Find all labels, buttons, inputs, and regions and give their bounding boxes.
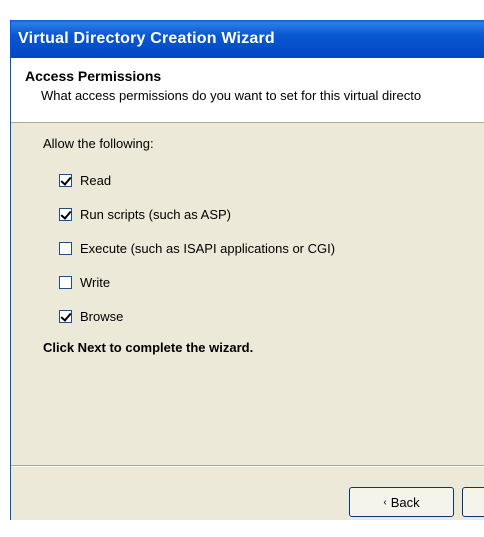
next-button[interactable] bbox=[462, 487, 484, 517]
execute-label[interactable]: Execute (such as ISAPI applications or C… bbox=[80, 241, 335, 256]
chevron-left-icon: ‹ bbox=[383, 496, 387, 508]
page-title: Access Permissions bbox=[25, 68, 162, 84]
back-button[interactable]: ‹ Back bbox=[349, 487, 454, 517]
instruction-text: Click Next to complete the wizard. bbox=[43, 340, 254, 355]
browse-checkbox-row[interactable]: Browse bbox=[59, 307, 123, 325]
write-checkbox-row[interactable]: Write bbox=[59, 273, 110, 291]
window-title: Virtual Directory Creation Wizard bbox=[18, 30, 275, 47]
write-checkbox[interactable] bbox=[59, 275, 72, 289]
wizard-window: Virtual Directory Creation Wizard Access… bbox=[10, 20, 484, 520]
wizard-body: Allow the following: Read Run scripts (s… bbox=[11, 123, 484, 463]
run-scripts-label[interactable]: Run scripts (such as ASP) bbox=[80, 207, 231, 222]
wizard-header: Access Permissions What access permissio… bbox=[11, 58, 484, 123]
read-checkbox-row[interactable]: Read bbox=[59, 171, 111, 189]
footer-divider bbox=[11, 465, 484, 467]
execute-checkbox-row[interactable]: Execute (such as ISAPI applications or C… bbox=[59, 239, 335, 257]
run-scripts-checkbox[interactable] bbox=[59, 207, 72, 221]
browse-label[interactable]: Browse bbox=[80, 309, 123, 324]
allow-label: Allow the following: bbox=[43, 136, 154, 151]
page-subtitle: What access permissions do you want to s… bbox=[41, 88, 422, 103]
title-bar[interactable]: Virtual Directory Creation Wizard bbox=[11, 20, 484, 58]
browse-checkbox[interactable] bbox=[59, 309, 72, 323]
back-button-label: Back bbox=[390, 494, 420, 510]
write-label[interactable]: Write bbox=[80, 275, 110, 290]
read-checkbox[interactable] bbox=[59, 173, 72, 187]
read-label[interactable]: Read bbox=[80, 173, 111, 188]
run-scripts-checkbox-row[interactable]: Run scripts (such as ASP) bbox=[59, 205, 231, 223]
execute-checkbox[interactable] bbox=[59, 241, 72, 255]
